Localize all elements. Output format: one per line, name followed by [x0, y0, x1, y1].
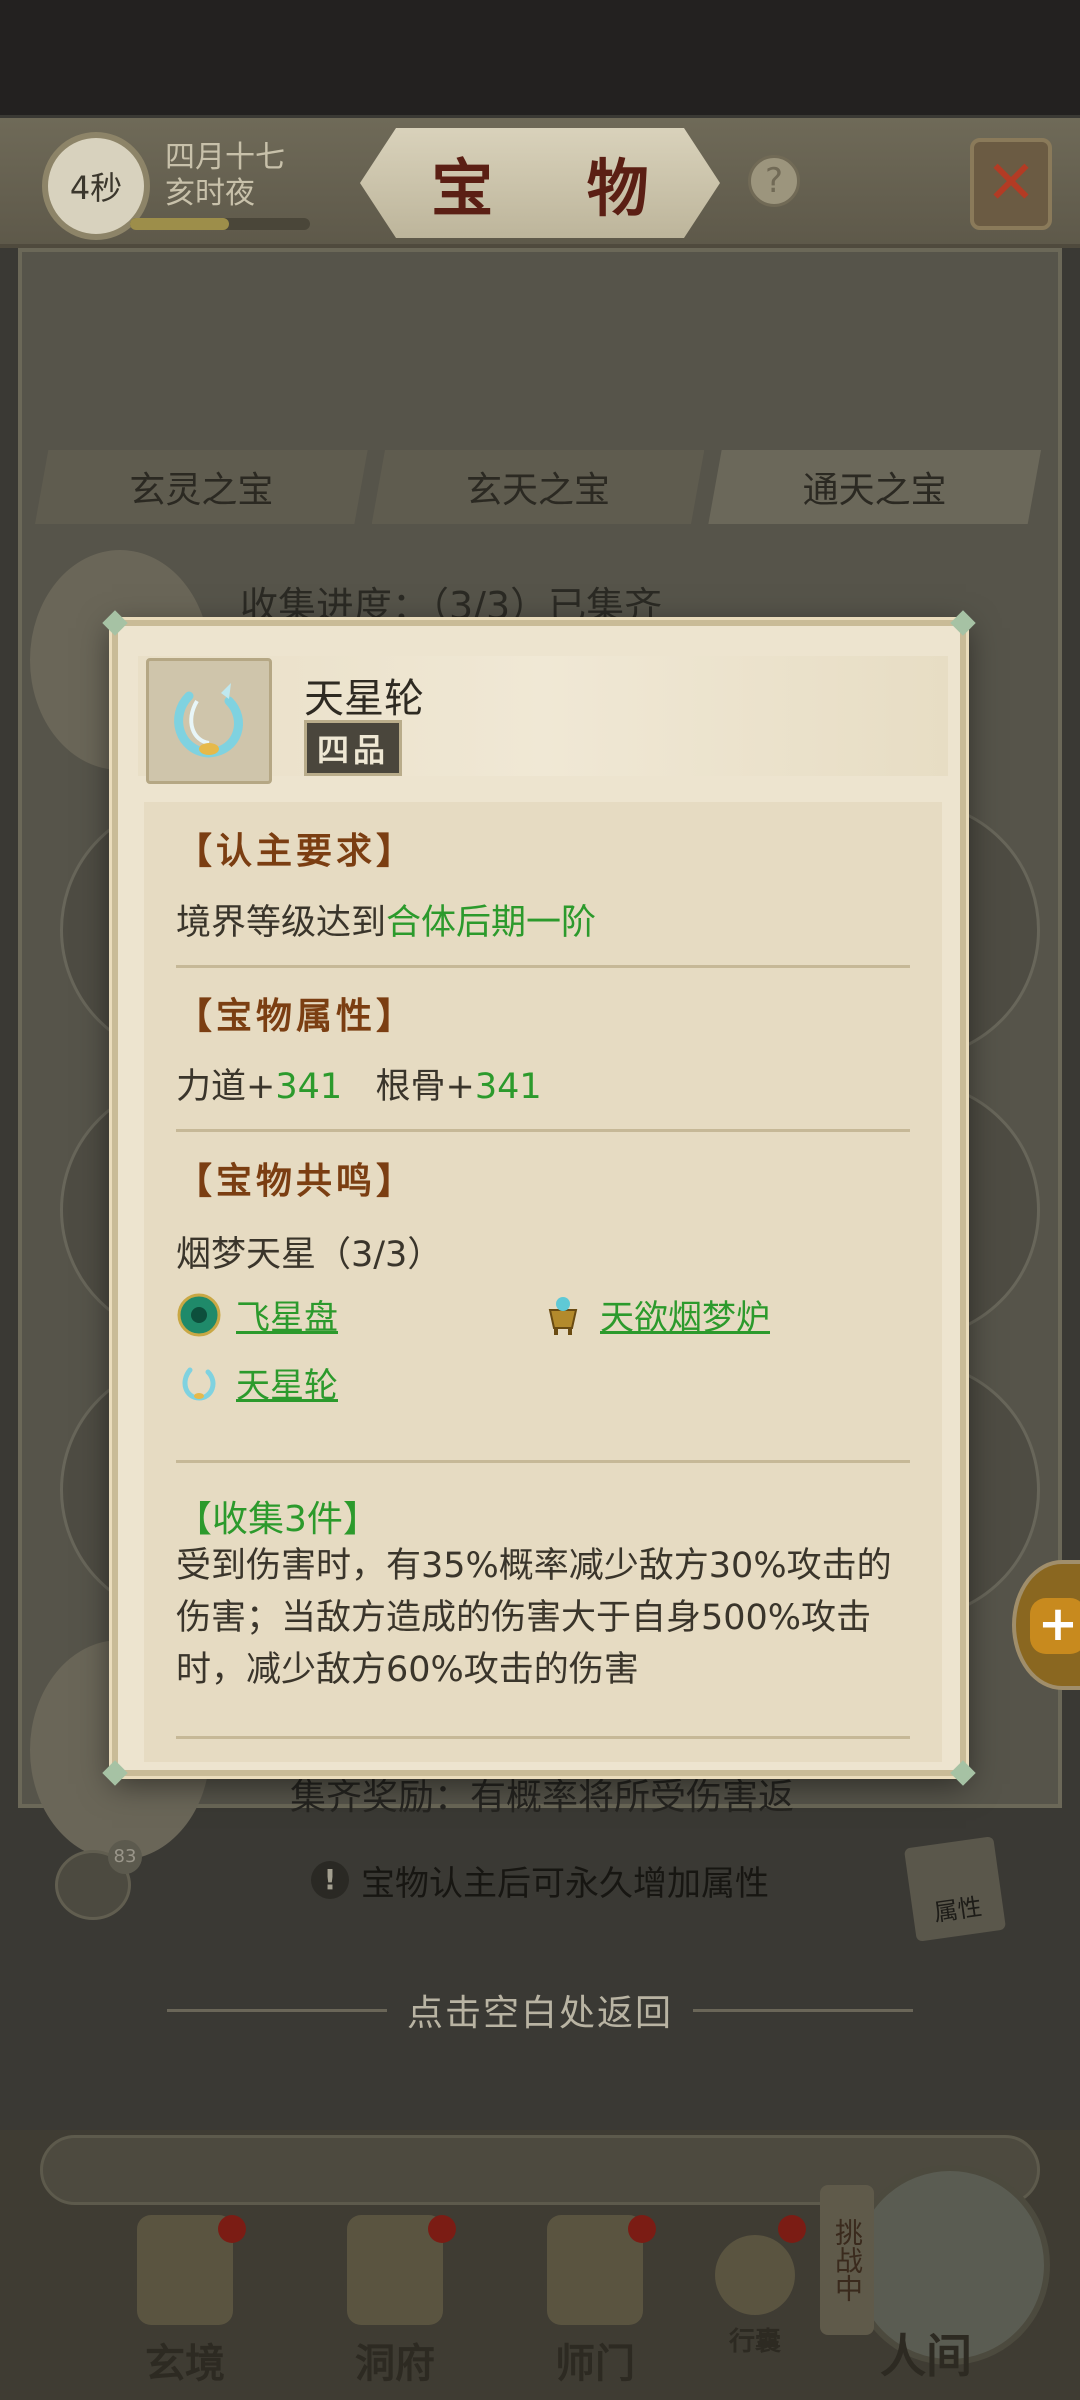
tab-label: 玄灵之宝: [129, 470, 274, 511]
question-icon[interactable]: ?: [748, 155, 800, 207]
treasure-tabs: 玄灵之宝 玄天之宝 通天之宝: [35, 450, 1045, 524]
divider: [176, 965, 910, 968]
decor-line-right: [693, 2008, 913, 2012]
suit-item-tianxinglun[interactable]: 天星轮: [176, 1358, 338, 1407]
human-world-label: 人间: [880, 2329, 972, 2383]
tab-label: 玄天之宝: [466, 470, 611, 511]
star-wheel-icon: [146, 658, 272, 784]
attr-name: 根骨+: [375, 1067, 475, 1107]
collect-bonus-text: 受到伤害时，有35%概率减少敌方30%攻击的伤害；当敌方造成的伤害大于自身500…: [176, 1546, 892, 1690]
nav-xuanjing[interactable]: 玄境: [110, 2215, 260, 2387]
tab-xuanling[interactable]: 玄灵之宝: [35, 450, 368, 524]
nav-label: 行囊: [728, 2327, 781, 2357]
requirement-prefix: 境界等级达到: [176, 903, 387, 943]
divider: [176, 1460, 910, 1463]
incense-burner-icon: [548, 1296, 578, 1335]
status-bar: [0, 0, 1080, 115]
timer-text: 4秒: [69, 169, 123, 207]
nav-shimen[interactable]: 师门: [520, 2215, 670, 2387]
return-text: 点击空白处返回: [406, 1993, 673, 2034]
page-title-plate: 宝 物: [360, 128, 720, 238]
nav-xingnang[interactable]: 行囊: [690, 2215, 820, 2385]
exclamation-icon: !: [311, 1861, 349, 1899]
notification-dot: [218, 2215, 246, 2243]
notification-dot: [628, 2215, 656, 2243]
attributes-text: 力道+341 根骨+341: [176, 1058, 542, 1109]
page-title: 宝 物: [431, 152, 685, 225]
game-date: 四月十七 亥时夜: [165, 140, 285, 212]
date-line-1: 四月十七: [165, 140, 285, 175]
tab-label: 通天之宝: [802, 470, 947, 511]
attr-value: 341: [275, 1067, 343, 1107]
item-detail-body: 【认主要求】 境界等级达到合体后期一阶 【宝物属性】 力道+341 根骨+341…: [144, 802, 942, 1762]
nav-label: 洞府: [355, 2340, 435, 2387]
challenge-banner[interactable]: 挑战中: [820, 2185, 874, 2335]
tab-xuantian[interactable]: 玄天之宝: [371, 450, 705, 524]
requirement-value: 合体后期一阶: [386, 903, 597, 943]
suit-link[interactable]: 飞星盘: [236, 1290, 338, 1339]
attributes-title: 【宝物属性】: [176, 995, 417, 1037]
suit-link[interactable]: 天星轮: [236, 1358, 338, 1407]
time-progress-bar: [130, 218, 310, 230]
requirement-title: 【认主要求】: [176, 830, 417, 872]
attribute-button[interactable]: 属性: [903, 1836, 1007, 1942]
suit-link[interactable]: 天欲烟梦炉: [600, 1290, 770, 1339]
hint-text: 宝物认主后可永久增加属性: [361, 1863, 769, 1904]
nav-label: 师门: [555, 2340, 635, 2387]
attr-value: 341: [474, 1067, 542, 1107]
resonance-set-name: 烟梦天星（3/3）: [176, 1235, 443, 1275]
bag-icon: [715, 2235, 795, 2315]
nav-label: 玄境: [145, 2340, 225, 2387]
divider: [176, 1129, 910, 1132]
collect-bonus-title: 【收集3件】: [176, 1499, 379, 1540]
item-name: 天星轮: [304, 676, 424, 722]
suit-item-feixingpan[interactable]: 飞星盘: [176, 1290, 338, 1339]
notification-dot: [428, 2215, 456, 2243]
resonance-title: 【宝物共鸣】: [176, 1160, 417, 1202]
plus-icon[interactable]: +: [1030, 1598, 1080, 1654]
treasure-detail-popup: 天星轮 四品 【认主要求】 境界等级达到合体后期一阶 【宝物属性】 力道+341…: [102, 610, 976, 1786]
star-wheel-icon: [182, 1367, 216, 1401]
attribute-label: 属性: [932, 1892, 984, 1927]
notification-dot: [778, 2215, 806, 2243]
tab-tongtian[interactable]: 通天之宝: [708, 450, 1042, 524]
date-line-2: 亥时夜: [165, 176, 255, 211]
suit-item-tianyu[interactable]: 天欲烟梦炉: [540, 1290, 770, 1339]
requirement-text: 境界等级达到合体后期一阶: [176, 894, 596, 945]
grade-badge: 四品: [304, 720, 403, 776]
return-hint[interactable]: 点击空白处返回: [0, 1980, 1080, 2040]
decor-line-left: [166, 2008, 387, 2012]
divider: [176, 1736, 910, 1739]
attr-name: 力道+: [176, 1067, 276, 1107]
crossed-swords-close-icon[interactable]: ✕: [970, 138, 1052, 230]
nav-dongfu[interactable]: 洞府: [320, 2215, 470, 2387]
challenge-text: 挑战中: [831, 2218, 864, 2302]
time-progress-fill: [130, 218, 229, 230]
jade-disc-icon: [177, 1293, 221, 1336]
